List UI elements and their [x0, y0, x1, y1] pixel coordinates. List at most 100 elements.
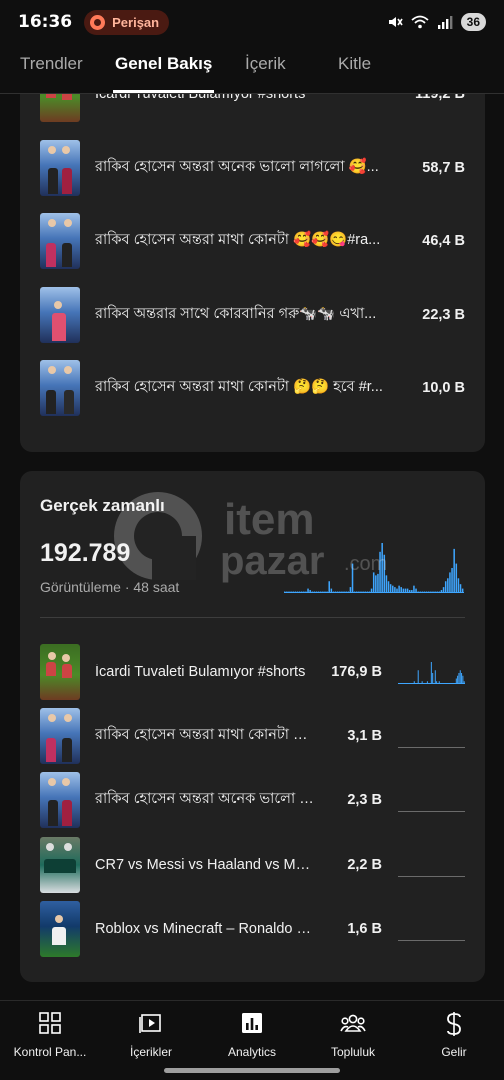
chart-bar: [400, 587, 402, 593]
chart-bar: [320, 591, 322, 593]
video-thumbnail: [40, 213, 80, 269]
chart-bar: [313, 591, 316, 593]
video-thumbnail: [40, 708, 80, 764]
chart-bar: [425, 591, 428, 593]
chart-bar: [453, 548, 455, 593]
chart-bar: [284, 591, 286, 593]
video-views: 1,6 B: [347, 921, 382, 937]
chart-bar: [315, 591, 318, 593]
video-title: রাকিব অন্তরার সাথে কোরবানির গরু🐄🐄 এখা...: [95, 306, 377, 322]
chart-bar: [366, 591, 369, 593]
focus-mode-label: Perişan: [112, 14, 160, 30]
list-item[interactable]: রাকিব অন্তরার সাথে কোরবানির গরু🐄🐄 এখা...…: [40, 287, 465, 343]
video-title: Roblox vs Minecraft – Ronaldo edition: [95, 921, 315, 937]
home-indicator: [164, 1068, 340, 1073]
video-views: 2,2 B: [347, 857, 382, 873]
chart-bar: [415, 588, 417, 593]
sparkline-bar: [461, 673, 463, 684]
chart-bar: [408, 590, 411, 593]
chart-bar: [404, 588, 407, 593]
sparkline-bar: [458, 673, 460, 684]
video-thumbnail: [40, 901, 80, 957]
chart-bar: [309, 590, 311, 593]
realtime-bar-chart: [284, 543, 464, 593]
chart-bar: [288, 591, 290, 593]
video-thumbnail: [40, 644, 80, 700]
chart-bar: [406, 588, 409, 593]
chart-bar: [364, 591, 366, 593]
video-title: CR7 vs Messi vs Haaland vs Mbappe: [95, 857, 315, 873]
chart-bar: [394, 587, 396, 593]
sparkline-bar: [434, 670, 436, 684]
sparkline-bar: [436, 681, 438, 684]
chart-bar: [336, 591, 339, 593]
chart-bar: [328, 581, 330, 593]
list-item[interactable]: রাকিব হোসেন অন্তরা মাথা কোনটা 🥰🥰😋#ra... …: [40, 213, 465, 269]
realtime-views: 192.789: [40, 539, 131, 567]
video-views: 119,2 B: [415, 94, 465, 102]
chart-bar: [300, 591, 303, 593]
chart-bar: [413, 585, 415, 593]
focus-mode-pill[interactable]: Perişan: [84, 9, 170, 35]
tab-trends[interactable]: Trendler: [20, 54, 83, 74]
video-title: রাকিব হোসেন অন্তরা মাথা কোনটা 🥰🥰😋#ra...: [95, 727, 315, 743]
realtime-card[interactable]: Gerçek zamanlı 192.789 Görüntüleme · 48 …: [20, 471, 485, 982]
chart-bar: [332, 591, 335, 593]
video-views: 10,0 B: [422, 380, 465, 396]
nav-label: Gelir: [441, 1045, 467, 1059]
chart-bar: [392, 585, 394, 593]
nav-earn[interactable]: Gelir: [404, 1011, 504, 1059]
list-item[interactable]: রাকিব হোসেন অন্তরা অনেক ভালো লাগলো 🥰... …: [40, 140, 465, 196]
video-thumbnail: [40, 837, 80, 893]
chart-bar: [455, 563, 458, 593]
nav-community[interactable]: Topluluk: [303, 1011, 403, 1059]
chart-bar: [442, 587, 445, 593]
divider: [40, 617, 465, 618]
chart-bar: [292, 591, 294, 593]
list-item[interactable]: İcardi Tuvaleti Bulamıyor #shorts 119,2 …: [40, 94, 465, 122]
chart-bar: [432, 591, 434, 593]
list-item[interactable]: রাকিব হোসেন অন্তরা অনেক ভালো লাগলো 🥰... …: [40, 772, 465, 828]
chart-bar: [444, 581, 447, 593]
nav-content[interactable]: İçerikler: [101, 1011, 201, 1059]
content-scroll[interactable]: İcardi Tuvaleti Bulamıyor #shorts 119,2 …: [0, 94, 504, 1000]
chart-bar: [303, 591, 305, 593]
list-item[interactable]: CR7 vs Messi vs Haaland vs Mbappe 2,2 B: [40, 837, 465, 893]
chart-bar: [356, 591, 358, 593]
chart-bar: [334, 591, 337, 593]
chart-bar: [434, 591, 436, 593]
video-title: রাকিব হোসেন অন্তরা অনেক ভালো লাগলো 🥰...: [95, 159, 379, 175]
mute-icon: [388, 17, 403, 27]
chart-bar: [351, 563, 354, 593]
tab-audience[interactable]: Kitle: [338, 54, 371, 74]
sparkline-bar: [430, 662, 432, 684]
chart-bar: [296, 591, 299, 593]
realtime-title: Gerçek zamanlı: [40, 496, 165, 515]
tab-content[interactable]: İçerik: [245, 54, 286, 74]
list-item[interactable]: İcardi Tuvaleti Bulamıyor #shorts 176,9 …: [40, 644, 465, 700]
chart-bar: [347, 591, 350, 593]
nav-dashboard[interactable]: Kontrol Pan...: [0, 1011, 100, 1059]
chart-bar: [370, 588, 373, 593]
chart-bar: [449, 572, 451, 593]
chart-bar: [428, 591, 430, 593]
video-title: রাকিব হোসেন অন্তরা মাথা কোনটা 🥰🥰😋#ra...: [95, 232, 381, 248]
list-item[interactable]: Roblox vs Minecraft – Ronaldo edition 1,…: [40, 901, 465, 957]
chart-bar: [438, 591, 441, 593]
sparkline-bar: [457, 675, 459, 684]
chart-bar: [298, 591, 301, 593]
chart-bar: [377, 573, 379, 593]
sparkline-bar: [417, 670, 419, 684]
tab-overview[interactable]: Genel Bakış: [112, 54, 215, 93]
chart-bar: [353, 591, 356, 593]
video-thumbnail: [40, 772, 80, 828]
list-item[interactable]: রাকিব হোসেন অন্তরা মাথা কোনটা 🥰🥰😋#ra... …: [40, 708, 465, 764]
chart-bar: [317, 591, 320, 593]
chart-bar: [286, 591, 288, 593]
nav-analytics[interactable]: Analytics: [202, 1011, 302, 1059]
list-item[interactable]: রাকিব হোসেন অন্তরা মাথা কোনটা 🤔🤔 হবে #r.…: [40, 360, 465, 416]
chart-bar: [396, 588, 398, 593]
chart-bar: [311, 591, 314, 593]
video-views: 176,9 B: [331, 664, 382, 680]
realtime-subtitle: Görüntüleme · 48 saat: [40, 579, 180, 595]
